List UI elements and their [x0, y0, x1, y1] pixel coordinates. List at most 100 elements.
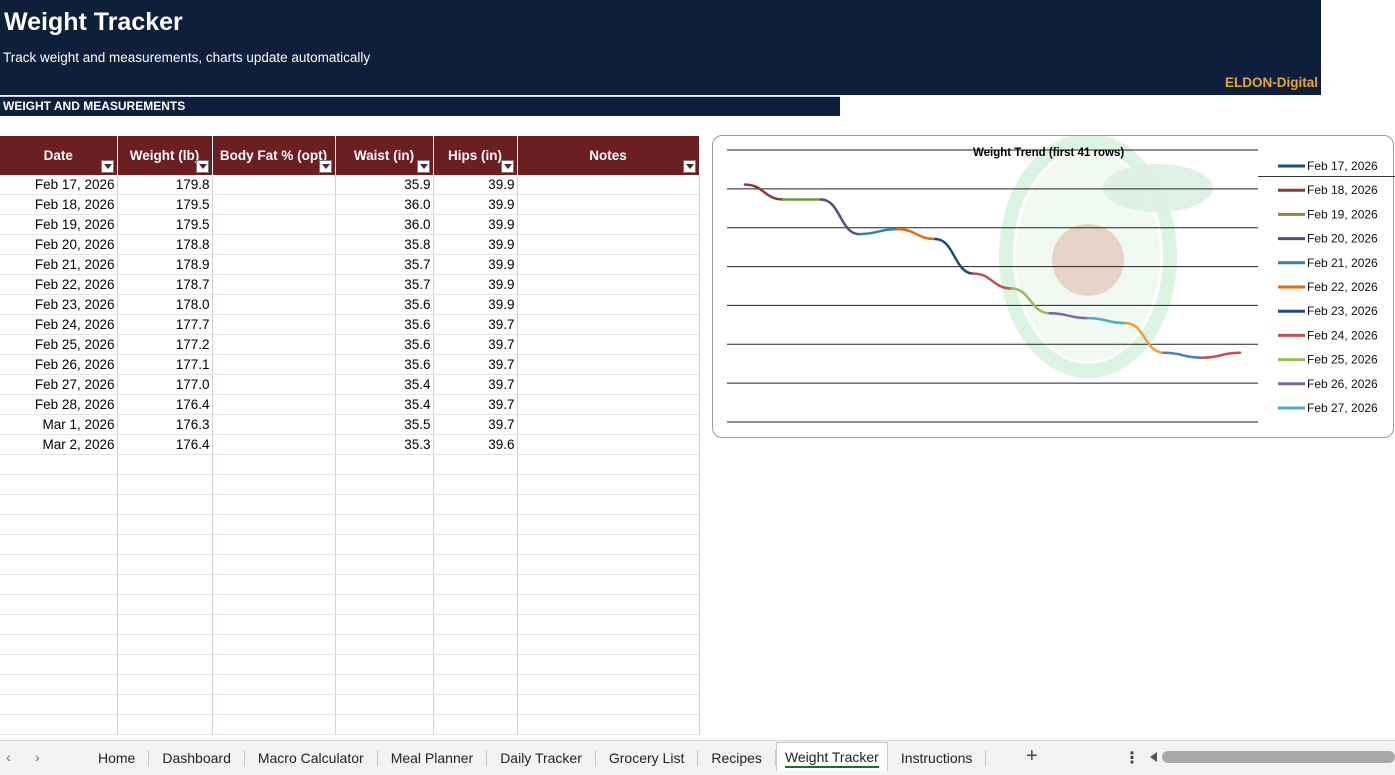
table-cell[interactable]	[517, 175, 700, 195]
table-cell[interactable]	[212, 494, 336, 515]
table-cell[interactable]	[117, 694, 213, 715]
table-cell[interactable]	[517, 414, 700, 435]
table-cell[interactable]: 178.9	[117, 254, 213, 275]
table-cell[interactable]	[517, 334, 700, 355]
sheet-tab-instructions[interactable]: Instructions	[888, 750, 987, 766]
table-cell[interactable]: 39.9	[433, 175, 518, 195]
filter-dropdown-icon[interactable]	[416, 160, 430, 173]
table-cell[interactable]: 176.4	[117, 394, 213, 415]
table-cell[interactable]	[335, 674, 434, 695]
column-header-0[interactable]: Date	[0, 136, 118, 175]
table-cell[interactable]: 39.7	[433, 314, 518, 335]
table-cell[interactable]: 178.7	[117, 274, 213, 295]
table-cell[interactable]	[117, 534, 213, 555]
table-cell[interactable]	[517, 514, 700, 535]
table-cell[interactable]	[433, 594, 518, 615]
horizontal-scrollbar[interactable]	[1162, 751, 1395, 763]
table-cell[interactable]	[212, 454, 336, 475]
prev-sheet-icon[interactable]: ‹	[6, 749, 11, 765]
table-cell[interactable]: 35.6	[335, 294, 434, 315]
table-cell[interactable]	[335, 714, 434, 735]
column-header-4[interactable]: Hips (in)	[433, 136, 518, 175]
table-cell[interactable]: 179.8	[117, 175, 213, 195]
table-cell[interactable]	[517, 474, 700, 495]
table-cell[interactable]	[335, 614, 434, 635]
table-cell[interactable]	[335, 554, 434, 575]
table-cell[interactable]: 176.3	[117, 414, 213, 435]
sheet-tab-dashboard[interactable]: Dashboard	[149, 750, 245, 766]
table-cell[interactable]	[517, 374, 700, 395]
table-cell[interactable]: Feb 20, 2026	[0, 234, 118, 255]
table-cell[interactable]	[117, 574, 213, 595]
table-cell[interactable]: 39.6	[433, 434, 518, 455]
table-cell[interactable]	[212, 694, 336, 715]
sheet-tab-weight-tracker[interactable]: Weight Tracker	[775, 741, 888, 771]
table-cell[interactable]: 176.4	[117, 434, 213, 455]
table-cell[interactable]	[117, 594, 213, 615]
table-cell[interactable]	[335, 654, 434, 675]
sheet-tab-home[interactable]: Home	[85, 750, 150, 766]
table-cell[interactable]	[433, 474, 518, 495]
table-cell[interactable]: 35.5	[335, 414, 434, 435]
table-cell[interactable]	[517, 674, 700, 695]
table-cell[interactable]: Feb 22, 2026	[0, 274, 118, 295]
filter-dropdown-icon[interactable]	[318, 160, 332, 173]
column-header-5[interactable]: Notes	[517, 136, 700, 175]
table-cell[interactable]	[517, 454, 700, 475]
table-cell[interactable]: Feb 24, 2026	[0, 314, 118, 335]
table-cell[interactable]	[212, 414, 336, 435]
table-cell[interactable]: 39.7	[433, 334, 518, 355]
table-cell[interactable]	[517, 614, 700, 635]
table-cell[interactable]	[212, 234, 336, 255]
table-cell[interactable]	[117, 674, 213, 695]
table-cell[interactable]	[117, 634, 213, 655]
table-cell[interactable]	[517, 214, 700, 235]
table-cell[interactable]	[0, 634, 118, 655]
table-cell[interactable]	[517, 394, 700, 415]
column-header-2[interactable]: Body Fat % (opt)	[212, 136, 336, 175]
table-cell[interactable]	[212, 714, 336, 735]
table-cell[interactable]: 179.5	[117, 214, 213, 235]
table-cell[interactable]	[335, 574, 434, 595]
table-cell[interactable]	[212, 314, 336, 335]
table-cell[interactable]	[117, 494, 213, 515]
sheet-tab-daily-tracker[interactable]: Daily Tracker	[487, 750, 596, 766]
column-header-1[interactable]: Weight (lb)	[117, 136, 213, 175]
table-cell[interactable]	[433, 514, 518, 535]
table-cell[interactable]	[335, 594, 434, 615]
table-cell[interactable]	[212, 254, 336, 275]
table-cell[interactable]	[0, 574, 118, 595]
table-cell[interactable]	[212, 534, 336, 555]
table-cell[interactable]	[517, 634, 700, 655]
table-cell[interactable]	[212, 194, 336, 215]
table-cell[interactable]	[517, 234, 700, 255]
table-cell[interactable]	[212, 474, 336, 495]
table-cell[interactable]	[0, 694, 118, 715]
table-cell[interactable]: 177.2	[117, 334, 213, 355]
table-cell[interactable]	[517, 274, 700, 295]
table-cell[interactable]	[517, 694, 700, 715]
table-cell[interactable]: 39.9	[433, 214, 518, 235]
table-cell[interactable]: Feb 26, 2026	[0, 354, 118, 375]
table-cell[interactable]: Feb 25, 2026	[0, 334, 118, 355]
table-cell[interactable]: 39.9	[433, 194, 518, 215]
table-cell[interactable]: Mar 1, 2026	[0, 414, 118, 435]
table-cell[interactable]: 35.6	[335, 314, 434, 335]
table-cell[interactable]	[212, 394, 336, 415]
filter-dropdown-icon[interactable]	[500, 160, 514, 173]
table-cell[interactable]: 177.0	[117, 374, 213, 395]
table-cell[interactable]: 178.8	[117, 234, 213, 255]
table-cell[interactable]	[433, 454, 518, 475]
table-cell[interactable]	[212, 574, 336, 595]
table-cell[interactable]	[212, 274, 336, 295]
table-cell[interactable]: 36.0	[335, 194, 434, 215]
scroll-left-icon[interactable]	[1150, 752, 1157, 762]
table-cell[interactable]	[517, 194, 700, 215]
table-cell[interactable]	[0, 554, 118, 575]
table-cell[interactable]	[335, 634, 434, 655]
table-cell[interactable]: Feb 18, 2026	[0, 194, 118, 215]
more-options-icon[interactable]: ⋮	[1124, 748, 1140, 768]
sheet-tab-macro-calculator[interactable]: Macro Calculator	[245, 750, 378, 766]
table-cell[interactable]: 39.7	[433, 394, 518, 415]
table-cell[interactable]: 35.4	[335, 374, 434, 395]
